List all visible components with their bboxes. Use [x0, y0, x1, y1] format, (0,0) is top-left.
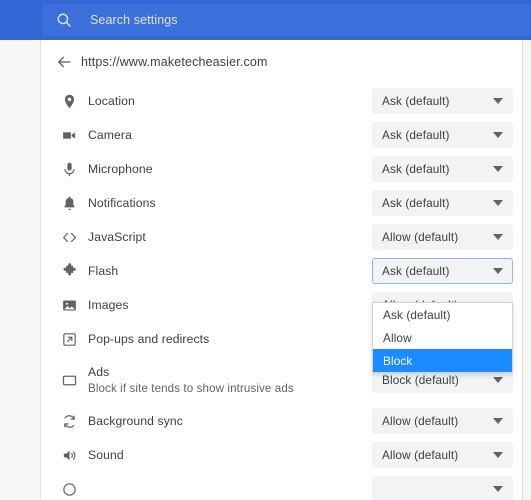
permission-select-partial-next[interactable] [372, 476, 513, 500]
left-navigation-rail [0, 40, 41, 500]
permission-row-location: Location Ask (default) [41, 84, 522, 118]
permission-select-notifications[interactable]: Ask (default) [372, 190, 513, 216]
chevron-down-icon [493, 452, 503, 458]
ad-box-icon [58, 369, 80, 391]
arrow-left-icon [58, 56, 71, 68]
site-settings-card: https://www.maketecheasier.com Location … [41, 40, 523, 500]
row-title: Location [88, 94, 135, 108]
settings-window: Search settings https://www.maketecheasi… [0, 0, 531, 500]
row-subtitle: Block if site tends to show intrusive ad… [88, 381, 294, 395]
chevron-down-icon [493, 418, 503, 424]
chevron-down-icon [493, 377, 503, 383]
select-value: Allow (default) [382, 448, 459, 462]
right-gutter [523, 40, 531, 500]
row-title: Flash [88, 264, 119, 278]
search-icon [57, 13, 71, 27]
search-placeholder-text: Search settings [90, 13, 178, 27]
permission-label-camera: Camera [88, 127, 132, 143]
video-camera-icon [58, 124, 80, 146]
row-title: Pop-ups and redirects [88, 332, 210, 346]
permission-label-microphone: Microphone [88, 161, 153, 177]
row-title: Microphone [88, 162, 153, 176]
permission-select-camera[interactable]: Ask (default) [372, 122, 513, 148]
select-value: Ask (default) [382, 128, 450, 142]
row-title: Camera [88, 128, 132, 142]
chevron-down-icon [493, 132, 503, 138]
permission-row-camera: Camera Ask (default) [41, 118, 522, 152]
select-value: Block (default) [382, 373, 459, 387]
row-title: Background sync [88, 414, 183, 428]
permission-label-javascript: JavaScript [88, 229, 146, 245]
chevron-down-icon [493, 200, 503, 206]
permission-select-flash[interactable]: Ask (default) [372, 258, 513, 284]
speaker-sound-icon [58, 444, 80, 466]
select-value: Ask (default) [382, 264, 450, 278]
permission-row-partial-next [41, 472, 522, 500]
permission-row-microphone: Microphone Ask (default) [41, 152, 522, 186]
permission-row-sound: Sound Allow (default) [41, 438, 522, 472]
code-brackets-icon [58, 226, 80, 248]
permissions-list: Location Ask (default) Camera Ask (defau… [41, 84, 522, 500]
back-button[interactable] [51, 49, 77, 75]
partial-next-icon [58, 478, 80, 500]
sync-refresh-icon [58, 410, 80, 432]
external-link-icon [58, 328, 80, 350]
microphone-icon [58, 158, 80, 180]
select-value: Ask (default) [382, 196, 450, 210]
chevron-down-icon [493, 486, 503, 492]
dropdown-option-block[interactable]: Block [373, 349, 512, 372]
permission-select-javascript[interactable]: Allow (default) [372, 224, 513, 250]
permission-select-location[interactable]: Ask (default) [372, 88, 513, 114]
search-settings-input[interactable]: Search settings [42, 4, 531, 36]
select-value: Allow (default) [382, 230, 459, 244]
site-url-header: https://www.maketecheasier.com [41, 40, 522, 84]
bell-icon [58, 192, 80, 214]
row-title: Notifications [88, 196, 156, 210]
select-value: Ask (default) [382, 162, 450, 176]
permission-label-sound: Sound [88, 447, 124, 463]
row-title: Ads [88, 364, 110, 379]
permission-label-background-sync: Background sync [88, 413, 183, 429]
permission-row-notifications: Notifications Ask (default) [41, 186, 522, 220]
permission-select-sound[interactable]: Allow (default) [372, 442, 513, 468]
permission-select-microphone[interactable]: Ask (default) [372, 156, 513, 182]
permission-select-background-sync[interactable]: Allow (default) [372, 408, 513, 434]
permission-label-ads: Ads Block if site tends to show intrusiv… [88, 364, 294, 397]
permission-row-flash: Flash Ask (default) [41, 254, 522, 288]
permission-label-flash: Flash [88, 263, 118, 279]
select-value: Ask (default) [382, 94, 450, 108]
chevron-down-icon [493, 166, 503, 172]
location-pin-icon [58, 90, 80, 112]
permission-row-javascript: JavaScript Allow (default) [41, 220, 522, 254]
permission-label-notifications: Notifications [88, 195, 156, 211]
permission-label-location: Location [88, 93, 135, 109]
row-title: JavaScript [88, 230, 146, 244]
site-url-text: https://www.maketecheasier.com [81, 55, 268, 69]
dropdown-option-allow[interactable]: Allow [373, 326, 512, 349]
chevron-down-icon [493, 98, 503, 104]
dropdown-option-ask-default[interactable]: Ask (default) [373, 303, 512, 326]
image-icon [58, 294, 80, 316]
row-title: Sound [88, 448, 124, 462]
chevron-down-icon [493, 234, 503, 240]
top-header-bar: Search settings [0, 0, 531, 40]
row-title: Images [88, 298, 129, 312]
permission-row-background-sync: Background sync Allow (default) [41, 404, 522, 438]
select-value: Allow (default) [382, 414, 459, 428]
flash-permission-dropdown-menu[interactable]: Ask (default) Allow Block [372, 302, 513, 373]
permission-label-popups: Pop-ups and redirects [88, 331, 209, 347]
permission-label-images: Images [88, 297, 129, 313]
puzzle-piece-icon [58, 260, 80, 282]
chevron-down-icon [493, 268, 503, 274]
